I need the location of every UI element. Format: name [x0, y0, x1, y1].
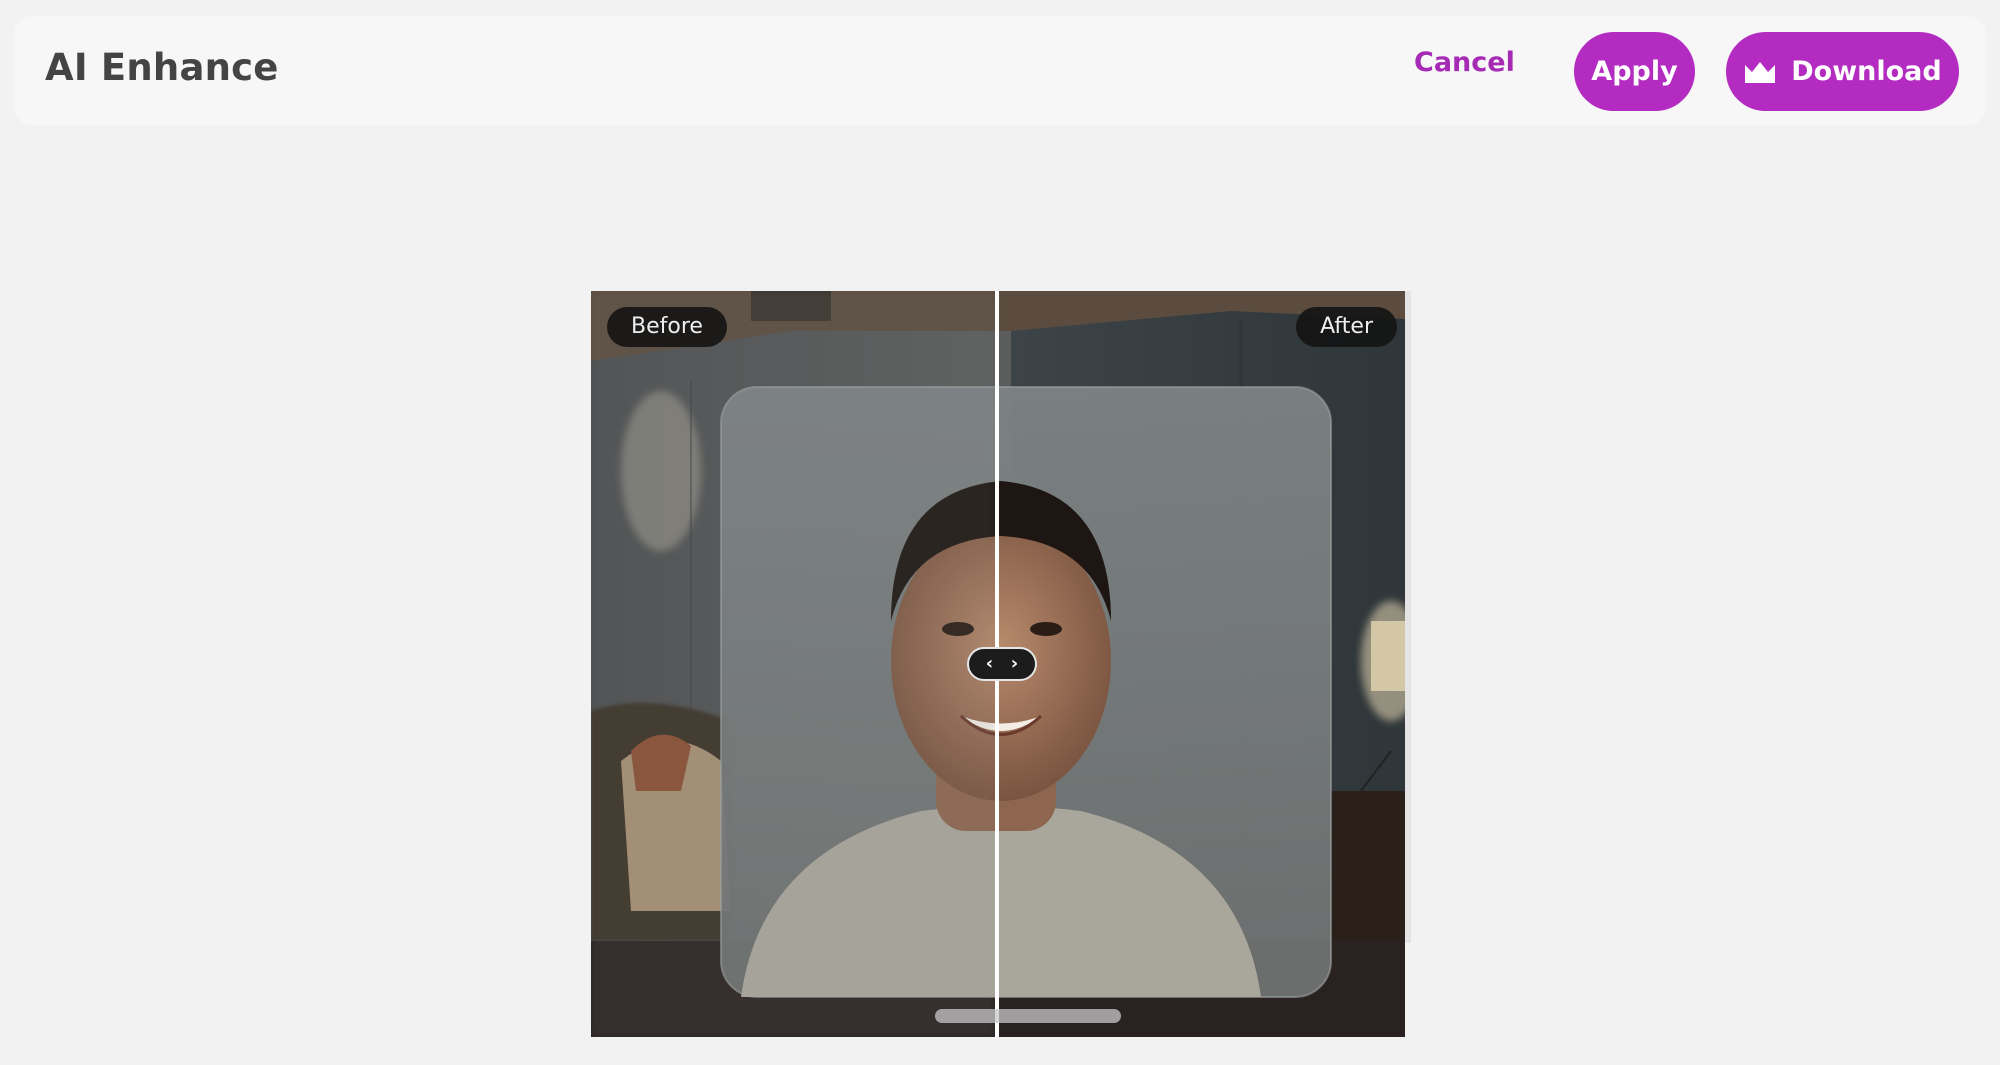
chevron-left-icon: ‹	[985, 653, 994, 674]
chevron-right-icon: ›	[1010, 653, 1019, 674]
top-bar: AI Enhance Cancel Apply Download	[14, 16, 1986, 125]
apply-button[interactable]: Apply	[1574, 32, 1695, 111]
cancel-button[interactable]: Cancel	[1414, 47, 1515, 78]
before-after-comparison[interactable]: Before After ‹ ›	[591, 291, 1405, 1037]
slider-handle[interactable]: ‹ ›	[967, 647, 1037, 681]
after-label: After	[1296, 307, 1397, 347]
download-button[interactable]: Download	[1726, 32, 1959, 111]
before-label: Before	[607, 307, 727, 347]
image-edge-shadow	[1405, 291, 1411, 943]
page-title: AI Enhance	[45, 46, 279, 89]
scroll-indicator	[935, 1009, 1121, 1023]
download-label: Download	[1791, 56, 1942, 87]
crown-icon	[1743, 59, 1777, 85]
